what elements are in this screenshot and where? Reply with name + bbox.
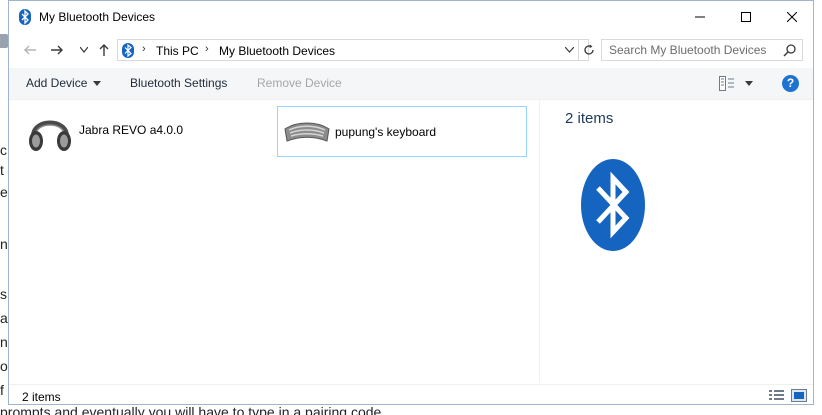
bluetooth-settings-button[interactable]: Bluetooth Settings <box>130 76 227 90</box>
background-text-fragment: s <box>0 286 7 302</box>
search-input[interactable] <box>602 40 785 60</box>
background-text-fragment: o <box>0 358 8 374</box>
background-doc-icon <box>0 34 8 48</box>
up-arrow-icon <box>99 44 109 56</box>
background-text-fragment: a <box>0 310 8 326</box>
chevron-down-icon <box>80 47 88 53</box>
add-device-button[interactable]: Add Device <box>26 76 102 90</box>
device-name: Jabra REVO a4.0.0 <box>79 123 184 137</box>
breadcrumb-separator: › <box>142 43 146 55</box>
device-list: Jabra REVO a4.0.0 pupung's keyboard <box>9 100 539 382</box>
close-icon <box>787 12 797 22</box>
details-view-icon[interactable] <box>769 389 785 402</box>
device-item[interactable]: Jabra REVO a4.0.0 <box>19 105 269 156</box>
breadcrumb-separator: › <box>205 43 209 55</box>
maximize-button[interactable] <box>723 1 769 33</box>
change-view-icon[interactable] <box>719 76 735 91</box>
background-text-fragment: n <box>0 236 8 252</box>
address-bar[interactable]: › This PC › My Bluetooth Devices <box>117 39 594 61</box>
background-text-fragment: f <box>0 382 4 398</box>
view-options-chevron-icon[interactable] <box>745 81 753 86</box>
bluetooth-icon <box>122 43 134 58</box>
background-text-fragment: e <box>0 184 8 200</box>
headphones-icon <box>29 120 71 151</box>
add-device-label: Add Device <box>26 76 88 90</box>
title-bar[interactable]: My Bluetooth Devices <box>9 1 813 33</box>
device-item-selected[interactable]: pupung's keyboard <box>277 106 527 157</box>
address-dropdown-button[interactable] <box>562 43 576 57</box>
refresh-button[interactable] <box>578 40 599 60</box>
breadcrumb-this-pc[interactable]: This PC <box>156 44 199 58</box>
chevron-down-icon <box>93 81 102 87</box>
back-arrow-icon <box>24 45 36 55</box>
background-text-line: prompts and eventually you will have to … <box>0 404 382 415</box>
address-row: › This PC › My Bluetooth Devices <box>9 35 813 65</box>
background-text-fragment: c <box>0 142 7 158</box>
bluetooth-logo-icon <box>581 159 645 251</box>
forward-arrow-icon <box>51 45 63 55</box>
window-title: My Bluetooth Devices <box>39 10 156 24</box>
details-item-count: 2 items <box>565 110 614 127</box>
bluetooth-icon <box>19 9 31 25</box>
command-bar: Add Device Bluetooth Settings Remove Dev… <box>9 68 813 100</box>
up-button[interactable] <box>93 40 115 60</box>
background-text-fragment: t <box>0 162 4 178</box>
search-box <box>601 39 803 61</box>
help-button[interactable]: ? <box>782 75 799 92</box>
status-item-count: 2 items <box>22 390 61 404</box>
minimize-icon <box>695 16 705 18</box>
keyboard-icon <box>284 122 330 142</box>
large-icons-view-icon[interactable] <box>791 389 807 402</box>
recent-locations-button[interactable] <box>73 40 95 60</box>
close-button[interactable] <box>769 1 815 33</box>
forward-button[interactable] <box>46 40 68 60</box>
back-button[interactable] <box>19 40 41 60</box>
maximize-icon <box>741 12 751 22</box>
minimize-button[interactable] <box>677 1 723 33</box>
search-icon[interactable] <box>783 43 797 57</box>
details-pane: 2 items <box>539 100 814 382</box>
explorer-window: My Bluetooth Devices › This PC › My Blue… <box>8 0 814 405</box>
chevron-down-icon <box>564 47 574 53</box>
refresh-icon <box>584 44 594 55</box>
device-name: pupung's keyboard <box>335 125 437 139</box>
background-text-fragment: n <box>0 334 8 350</box>
remove-device-button[interactable]: Remove Device <box>257 76 342 90</box>
breadcrumb-my-bluetooth-devices[interactable]: My Bluetooth Devices <box>219 44 335 58</box>
